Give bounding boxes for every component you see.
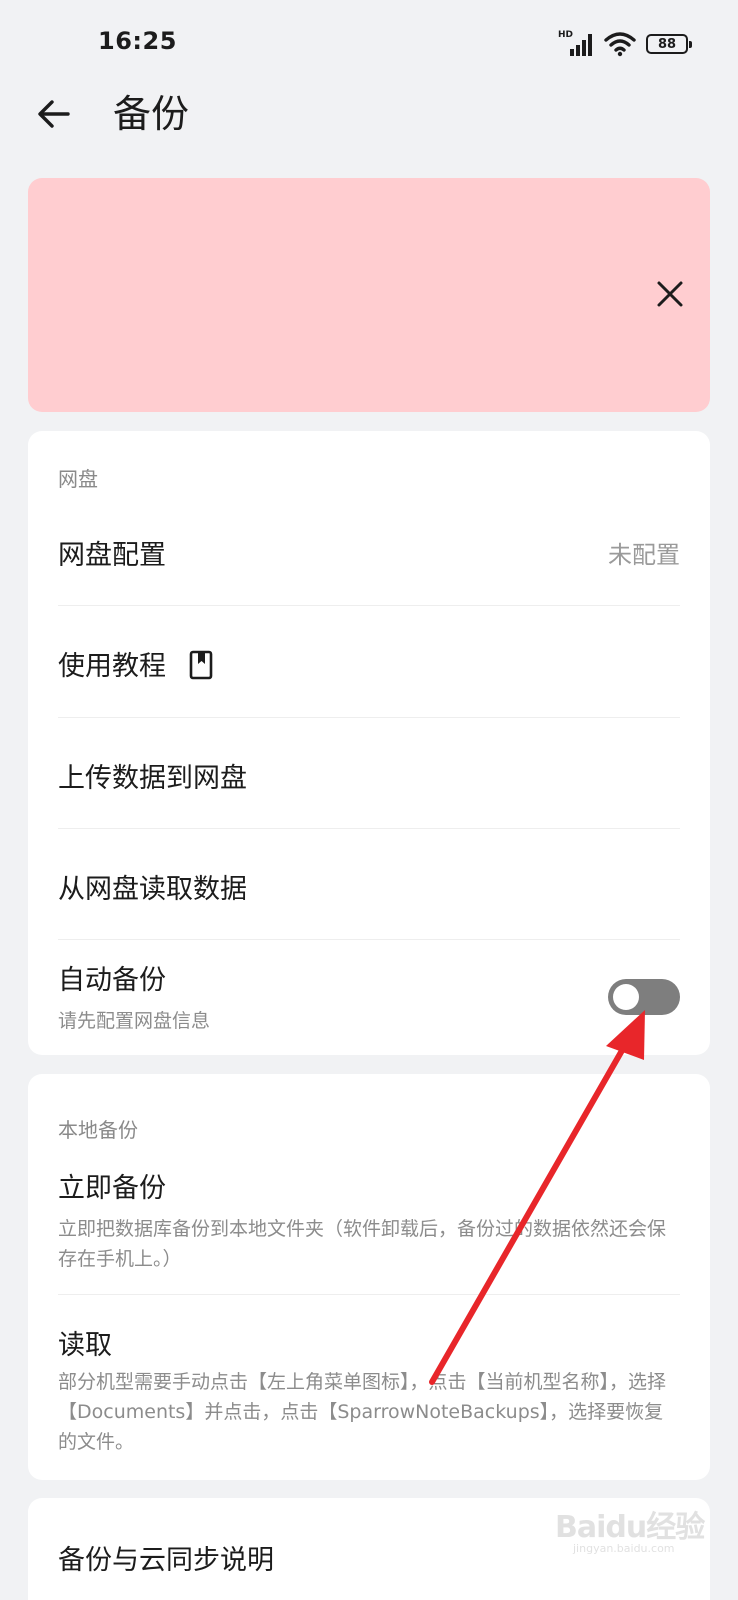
status-bar: 16:25 HD 88 <box>0 0 738 90</box>
promo-banner[interactable] <box>28 178 710 412</box>
section-header-cloud: 网盘 <box>58 467 98 491</box>
auto-backup-subtitle: 请先配置网盘信息 <box>58 1010 211 1032</box>
wifi-icon <box>604 32 636 57</box>
back-button[interactable] <box>30 90 78 138</box>
signal-icon: HD <box>558 31 594 57</box>
watermark-url: jingyan.baidu.com <box>573 1542 675 1555</box>
status-time: 16:25 <box>98 27 177 55</box>
restore-description: 部分机型需要手动点击【左上角菜单图标】，点击【当前机型名称】，选择【Docume… <box>58 1371 667 1453</box>
backup-screen: 16:25 HD 88 备份 网盘 网盘配置 未配置 使用教程 上传数据到网盘 … <box>0 0 738 1600</box>
watermark: Baidu经验 jingyan.baidu.com <box>555 1490 715 1560</box>
backup-now-item[interactable]: 立即备份 立即把数据库备份到本地文件夹（软件卸载后，备份过的数据依然还会保存在手… <box>28 1142 710 1294</box>
backup-now-label: 立即备份 <box>58 1173 166 1204</box>
battery-icon: 88 <box>646 34 692 54</box>
cloud-settings-card: 网盘 网盘配置 未配置 使用教程 上传数据到网盘 从网盘读取数据 自动备份 请先… <box>28 431 710 1055</box>
cloud-config-label: 网盘配置 <box>58 540 166 571</box>
upload-item[interactable]: 上传数据到网盘 <box>28 718 710 829</box>
upload-label: 上传数据到网盘 <box>58 763 247 794</box>
auto-backup-toggle[interactable] <box>608 979 680 1015</box>
arrow-left-icon <box>38 100 70 128</box>
close-icon <box>657 281 683 307</box>
tutorial-label-row: 使用教程 <box>58 644 213 683</box>
page-title: 备份 <box>113 92 190 136</box>
book-icon <box>189 650 212 679</box>
toggle-knob <box>613 984 639 1010</box>
tutorial-label: 使用教程 <box>58 651 166 682</box>
restore-item[interactable]: 读取 部分机型需要手动点击【左上角菜单图标】，点击【当前机型名称】，选择【Doc… <box>28 1295 710 1480</box>
hd-label: HD <box>558 30 574 40</box>
watermark-text: Baidu经验 <box>555 1510 705 1545</box>
backup-now-description: 立即把数据库备份到本地文件夹（软件卸载后，备份过的数据依然还会保存在手机上。） <box>58 1218 667 1270</box>
auto-backup-label: 自动备份 <box>58 965 166 996</box>
battery-level: 88 <box>657 36 677 52</box>
cloud-config-item[interactable]: 网盘配置 未配置 <box>28 491 710 605</box>
tutorial-item[interactable]: 使用教程 <box>28 606 710 717</box>
banner-close-button[interactable] <box>650 274 690 314</box>
cloud-config-status: 未配置 <box>608 541 680 569</box>
section-header-local: 本地备份 <box>58 1118 138 1142</box>
local-backup-card: 本地备份 立即备份 立即把数据库备份到本地文件夹（软件卸载后，备份过的数据依然还… <box>28 1074 710 1480</box>
status-icons: HD 88 <box>558 30 692 58</box>
download-item[interactable]: 从网盘读取数据 <box>28 829 710 940</box>
download-label: 从网盘读取数据 <box>58 874 247 905</box>
restore-label: 读取 <box>58 1330 112 1361</box>
sync-info-label: 备份与云同步说明 <box>58 1545 274 1576</box>
